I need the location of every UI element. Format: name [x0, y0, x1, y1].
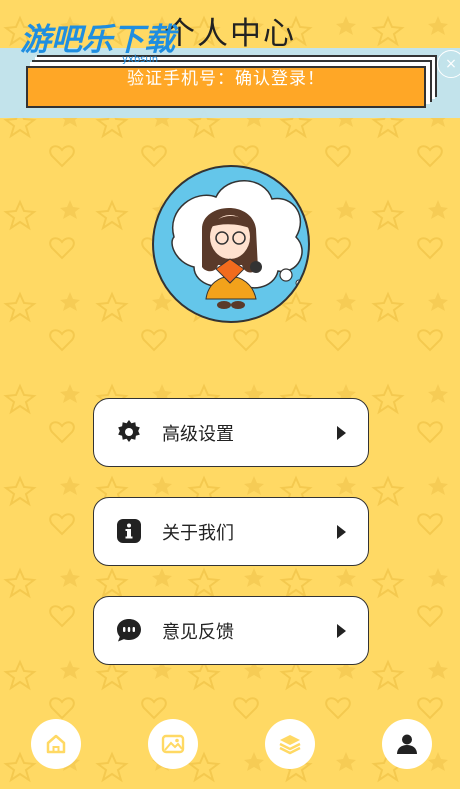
user-icon: [397, 734, 417, 754]
banner-close-button[interactable]: ×: [437, 50, 460, 78]
svg-text:yxbsun: yxbsun: [122, 54, 158, 65]
background-pattern: [0, 0, 460, 789]
info-icon: [117, 519, 141, 543]
banner-text: 验证手机号：确认登录！: [127, 68, 325, 89]
nav-layers-button[interactable]: [265, 719, 315, 769]
chat-bubble-icon: [117, 619, 141, 642]
nav-profile-button[interactable]: [382, 719, 432, 769]
menu-item-label: 高级设置: [162, 423, 234, 445]
menu-item-label: 关于我们: [162, 522, 234, 544]
gear-icon: [118, 420, 140, 442]
image-icon: [161, 734, 185, 754]
avatar-illustration: [171, 180, 303, 309]
home-icon: [46, 734, 66, 754]
layers-icon: [279, 735, 301, 755]
nav-home-button[interactable]: [31, 719, 81, 769]
avatar[interactable]: [152, 165, 310, 323]
nav-gallery-button[interactable]: [148, 719, 198, 769]
chevron-right-icon: [337, 624, 346, 638]
login-banner[interactable]: 验证手机号：确认登录！: [26, 66, 426, 108]
svg-text:游吧乐下载: 游吧乐下载: [20, 22, 179, 58]
chevron-right-icon: [337, 525, 346, 539]
chevron-right-icon: [337, 426, 346, 440]
menu-item-about-us[interactable]: 关于我们: [93, 497, 369, 566]
menu-item-label: 意见反馈: [162, 621, 234, 643]
watermark-logo: 游吧乐下载 yxbsun: [20, 22, 179, 65]
menu-item-feedback[interactable]: 意见反馈: [93, 596, 369, 665]
menu-item-advanced-settings[interactable]: 高级设置: [93, 398, 369, 467]
